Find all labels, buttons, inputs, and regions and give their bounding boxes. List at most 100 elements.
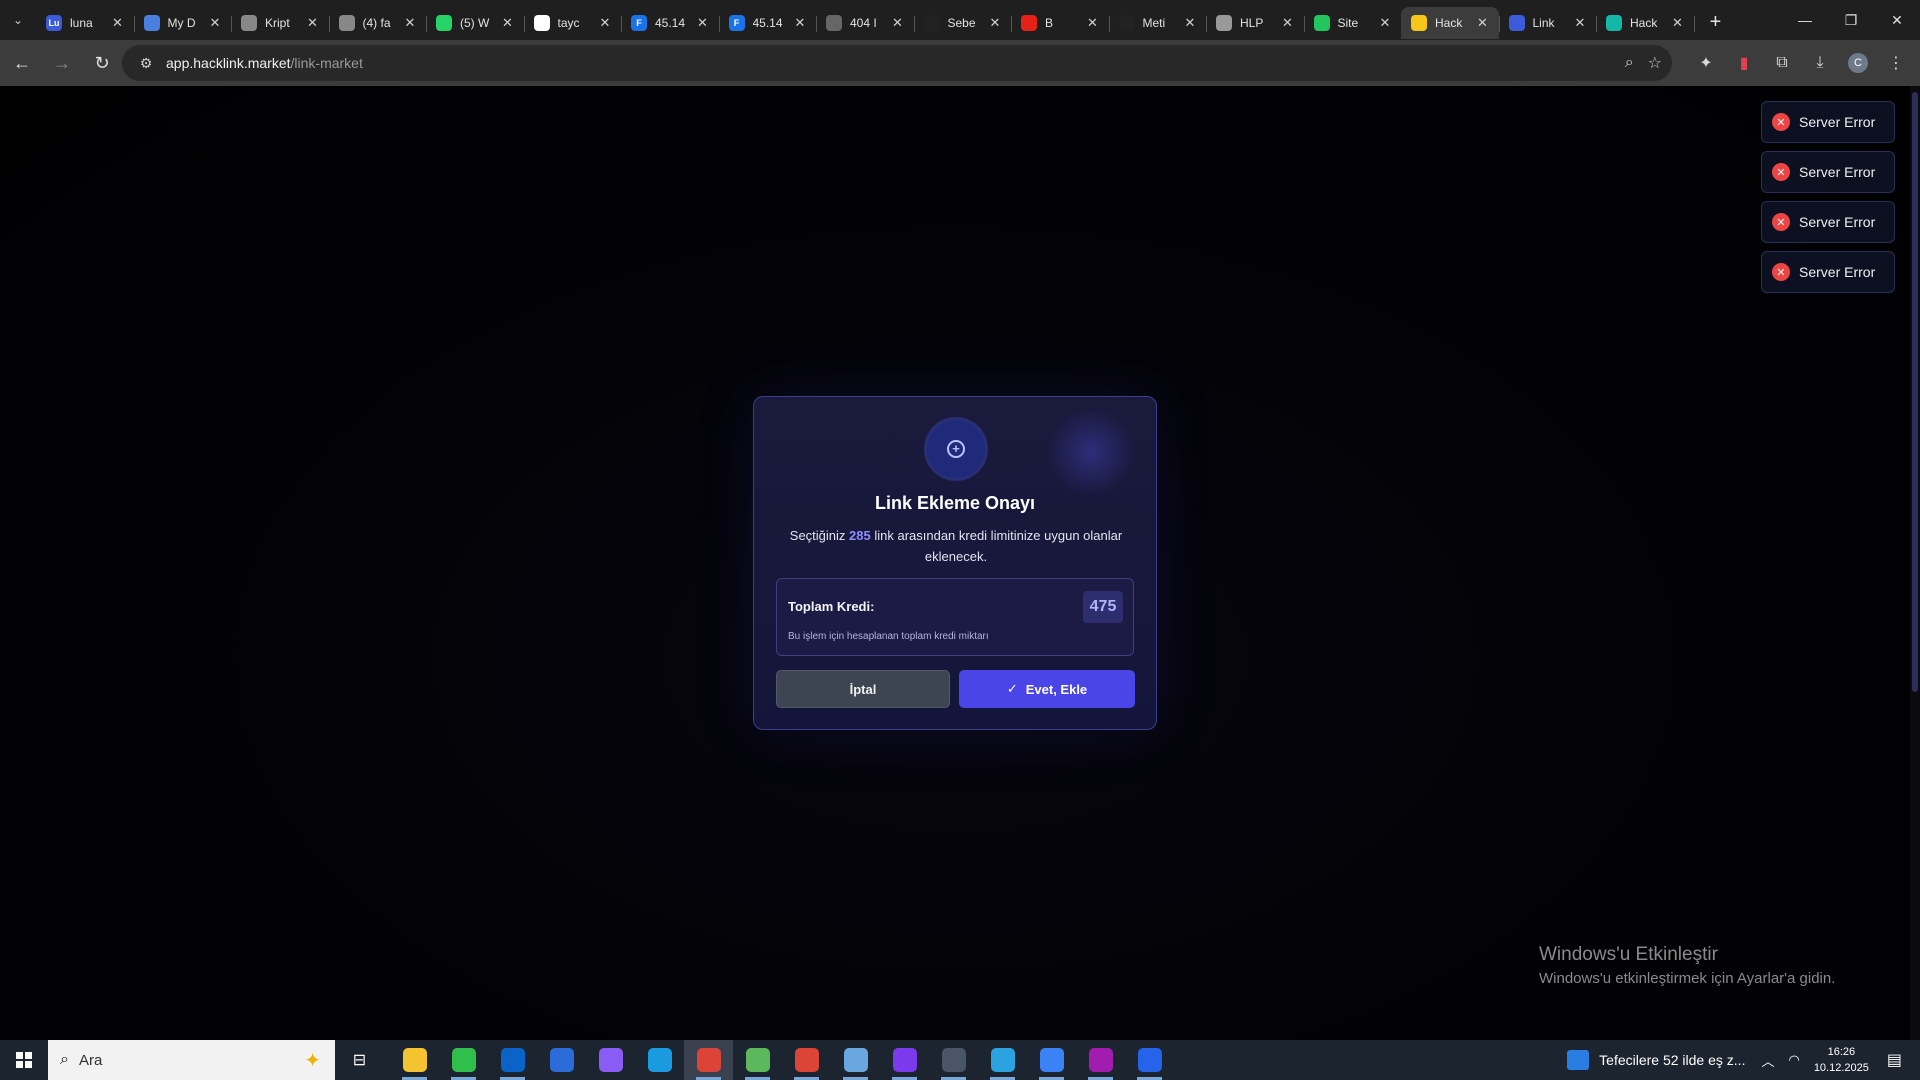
browser-tab[interactable]: (4) fa ✕ [329, 7, 427, 39]
back-button[interactable]: ← [4, 45, 40, 81]
profile-button[interactable]: C [1842, 47, 1874, 79]
tab-close-icon[interactable]: ✕ [987, 15, 1003, 31]
notification-icon[interactable]: ▤ [1887, 1050, 1902, 1070]
browser-tab[interactable]: My D ✕ [134, 7, 232, 39]
error-x-icon: ✕ [1772, 163, 1790, 181]
tab-title: (5) W [460, 16, 490, 30]
tab-close-icon[interactable]: ✕ [402, 15, 418, 31]
tab-close-icon[interactable]: ✕ [695, 15, 711, 31]
taskbar-app-app-remote[interactable] [1125, 1040, 1174, 1080]
browser-tab[interactable]: (5) W ✕ [426, 7, 525, 39]
tab-close-icon[interactable]: ✕ [1280, 15, 1296, 31]
tab-search-chevron-icon[interactable]: ⌄ [0, 0, 36, 40]
browser-tab[interactable]: Gtayc ✕ [524, 7, 622, 39]
download-icon[interactable]: ⤓ [1804, 47, 1836, 79]
url-text[interactable]: app.hacklink.market/link-market [166, 55, 363, 71]
taskbar-search[interactable]: ⌕ Ara ✦ [48, 1040, 335, 1080]
tab-close-icon[interactable]: ✕ [110, 15, 126, 31]
tray-overflow-chevron-icon[interactable]: ︿ [1761, 1051, 1774, 1070]
browser-tab[interactable]: B ✕ [1011, 7, 1110, 39]
taskbar-app-store[interactable] [537, 1040, 586, 1080]
extension-icon[interactable]: ✦ [1690, 47, 1722, 79]
system-tray: Tefecilere 52 ilde eş z... ︿ ◠ 16:26 10.1… [1567, 1040, 1920, 1080]
browser-tab[interactable]: HLP ✕ [1206, 7, 1305, 39]
confirm-add-button[interactable]: ✓ Evet, Ekle [959, 670, 1135, 708]
error-toast[interactable]: ✕ Server Error [1761, 201, 1895, 243]
browser-tab[interactable]: F 45.14 ✕ [719, 7, 817, 39]
tab-favicon-icon: F [728, 15, 745, 31]
tab-close-icon[interactable]: ✕ [792, 15, 808, 31]
scrollbar-thumb[interactable] [1912, 92, 1918, 692]
tab-close-icon[interactable]: ✕ [1475, 15, 1491, 31]
tab-close-icon[interactable]: ✕ [500, 15, 516, 31]
toast-message: Server Error [1799, 114, 1876, 130]
taskbar-app-chrome-profile[interactable] [782, 1040, 831, 1080]
app-purple-icon [892, 1048, 917, 1072]
url-host: app.hacklink.market [166, 55, 291, 71]
browser-tab[interactable]: 404 I ✕ [816, 7, 915, 39]
network-icon[interactable]: ◠ [1788, 1052, 1799, 1068]
news-widget[interactable]: Tefecilere 52 ilde eş z... [1567, 1050, 1745, 1070]
address-bar[interactable]: ⚙ app.hacklink.market/link-market ⌕ ☆ [122, 45, 1672, 81]
tab-close-icon[interactable]: ✕ [1085, 15, 1101, 31]
extensions-puzzle-icon[interactable]: ⧉ [1766, 47, 1798, 79]
toast-message: Server Error [1799, 214, 1876, 230]
error-toast[interactable]: ✕ Server Error [1761, 151, 1895, 193]
browser-tab[interactable]: Site ✕ [1304, 7, 1402, 39]
browser-tab[interactable]: Meti ✕ [1109, 7, 1207, 39]
taskbar-app-app-green[interactable] [439, 1040, 488, 1080]
tab-close-icon[interactable]: ✕ [305, 15, 321, 31]
site-info-icon[interactable]: ⚙ [130, 55, 162, 72]
tab-close-icon[interactable]: ✕ [1670, 15, 1686, 31]
browser-tab[interactable]: Hack ✕ [1596, 7, 1695, 39]
clock[interactable]: 16:26 10.12.2025 [1814, 1044, 1869, 1076]
browser-tab[interactable]: Kript ✕ [231, 7, 330, 39]
browser-tab[interactable]: Hack ✕ [1401, 7, 1500, 39]
browser-tab[interactable]: Lu luna ✕ [36, 7, 135, 39]
taskbar-app-edge[interactable] [635, 1040, 684, 1080]
restore-button[interactable]: ❐ [1828, 0, 1874, 40]
reload-button[interactable]: ↻ [84, 45, 120, 81]
taskbar-app-app-purple[interactable] [880, 1040, 929, 1080]
close-window-button[interactable]: ✕ [1874, 0, 1920, 40]
taskbar-app-app-network[interactable] [1027, 1040, 1076, 1080]
cancel-button[interactable]: İptal [776, 670, 950, 708]
tab-title: 404 I [850, 16, 877, 30]
selected-link-count: 285 [849, 528, 871, 543]
taskbar-app-telegram[interactable] [978, 1040, 1027, 1080]
browser-tab[interactable]: Link ✕ [1499, 7, 1597, 39]
media-icon[interactable]: ▮ [1728, 47, 1760, 79]
toast-stack: ✕ Server Error ✕ Server Error ✕ Server Erro… [1761, 101, 1895, 293]
tab-close-icon[interactable]: ✕ [1377, 15, 1393, 31]
taskbar-app-calculator[interactable] [929, 1040, 978, 1080]
forward-button[interactable]: → [44, 45, 80, 81]
error-toast[interactable]: ✕ Server Error [1761, 101, 1895, 143]
error-toast[interactable]: ✕ Server Error [1761, 251, 1895, 293]
menu-kebab-icon[interactable]: ⋮ [1880, 47, 1912, 79]
taskbar-app-notepad[interactable] [733, 1040, 782, 1080]
browser-tab[interactable]: F 45.14 ✕ [621, 7, 720, 39]
taskbar-app-chrome[interactable] [684, 1040, 733, 1080]
taskbar-app-file-explorer[interactable] [390, 1040, 439, 1080]
tab-close-icon[interactable]: ✕ [1182, 15, 1198, 31]
windows-activation-watermark: Windows'u Etkinleştir Windows'u etkinleş… [1539, 944, 1835, 987]
tab-title: tayc [557, 16, 580, 30]
tab-close-icon[interactable]: ✕ [890, 15, 906, 31]
task-view-button[interactable]: ⊟ [335, 1040, 384, 1080]
minimize-button[interactable]: — [1782, 0, 1828, 40]
taskbar-app-outlook[interactable] [488, 1040, 537, 1080]
tab-close-icon[interactable]: ✕ [597, 15, 613, 31]
page-scrollbar[interactable] [1910, 86, 1920, 1040]
zoom-icon[interactable]: ⌕ [1625, 54, 1634, 72]
copilot-icon [598, 1048, 623, 1072]
taskbar-app-copilot[interactable] [586, 1040, 635, 1080]
taskbar-app-app-blue[interactable] [831, 1040, 880, 1080]
start-button[interactable] [0, 1040, 48, 1080]
browser-tab[interactable]: Sebe ✕ [914, 7, 1012, 39]
bookmark-star-icon[interactable]: ☆ [1648, 53, 1662, 73]
app-network-icon [1039, 1048, 1064, 1072]
tab-close-icon[interactable]: ✕ [1572, 15, 1588, 31]
new-tab-button[interactable]: + [1698, 6, 1734, 38]
tab-close-icon[interactable]: ✕ [207, 15, 223, 31]
taskbar-app-app-kocaeli[interactable] [1076, 1040, 1125, 1080]
